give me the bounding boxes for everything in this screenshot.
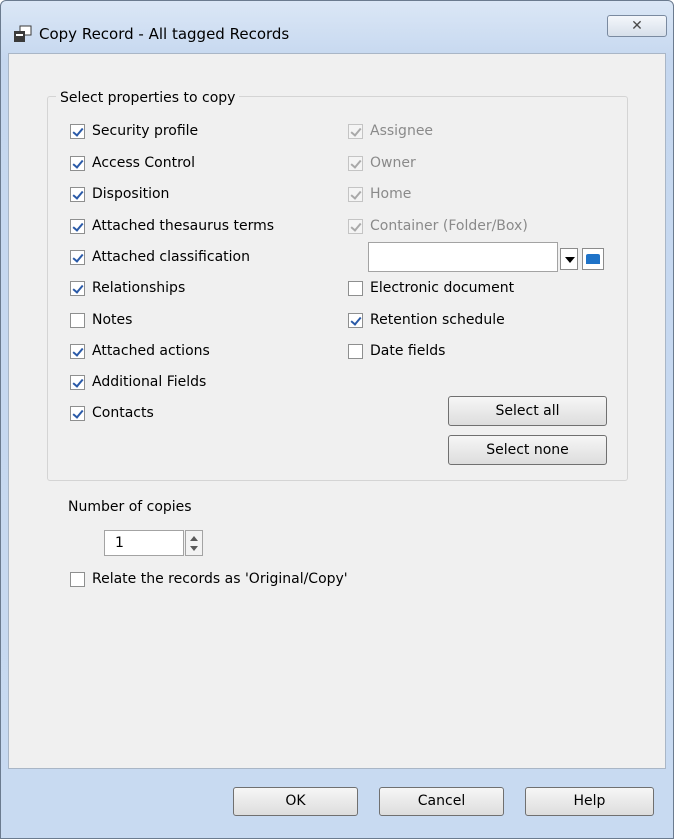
checkbox-electronic-document[interactable]: Electronic document — [348, 278, 514, 298]
checkbox-attached-actions[interactable]: Attached actions — [70, 341, 210, 361]
checkbox-box — [348, 186, 363, 202]
app-icon — [14, 25, 32, 42]
checkbox-box[interactable] — [70, 374, 85, 390]
checkbox-box[interactable] — [70, 123, 85, 139]
checkbox-relationships[interactable]: Relationships — [70, 278, 185, 298]
checkbox-owner: Owner — [348, 153, 416, 173]
chevron-down-icon[interactable] — [560, 248, 578, 270]
checkbox-box[interactable] — [70, 571, 85, 587]
checkbox-label: Disposition — [92, 186, 170, 202]
title-bar[interactable]: Copy Record - All tagged Records ✕ — [1, 1, 673, 43]
checkbox-box[interactable] — [348, 280, 363, 296]
checkbox-label: Attached thesaurus terms — [92, 218, 275, 234]
ok-button[interactable]: OK — [233, 787, 358, 816]
checkbox-box[interactable] — [70, 280, 85, 296]
checkbox-label: Notes — [92, 312, 133, 328]
checkbox-assignee: Assignee — [348, 121, 433, 141]
checkbox-box[interactable] — [70, 218, 85, 234]
select-none-button[interactable]: Select none — [448, 435, 607, 465]
checkbox-box[interactable] — [70, 343, 85, 359]
container-combo[interactable] — [368, 242, 558, 272]
checkbox-label: Contacts — [92, 405, 154, 421]
checkbox-box[interactable] — [70, 312, 85, 328]
checkbox-attached-classification[interactable]: Attached classification — [70, 247, 250, 267]
checkbox-box — [348, 123, 363, 139]
checkbox-box — [348, 155, 363, 171]
checkbox-additional-fields[interactable]: Additional Fields — [70, 372, 206, 392]
checkbox-label: Access Control — [92, 155, 195, 171]
select-all-button[interactable]: Select all — [448, 396, 607, 426]
folder-icon[interactable] — [582, 248, 604, 270]
checkbox-label: Assignee — [370, 123, 434, 139]
window-title: Copy Record - All tagged Records — [39, 25, 290, 43]
checkbox-label: Owner — [370, 155, 416, 171]
checkbox-attached-thesaurus-terms[interactable]: Attached thesaurus terms — [70, 216, 274, 236]
checkbox-date-fields[interactable]: Date fields — [348, 341, 445, 361]
checkbox-retention-schedule[interactable]: Retention schedule — [348, 310, 505, 330]
checkbox-box[interactable] — [70, 249, 85, 265]
checkbox-access-control[interactable]: Access Control — [70, 153, 195, 173]
checkbox-box[interactable] — [348, 343, 363, 359]
checkbox-home: Home — [348, 184, 411, 204]
properties-group-legend: Select properties to copy — [56, 90, 240, 106]
copies-stepper[interactable] — [185, 530, 203, 556]
spin-up-icon[interactable] — [190, 536, 198, 541]
checkbox-label: Home — [370, 186, 412, 202]
checkbox-label: Relationships — [92, 280, 186, 296]
copies-label: Number of copies — [68, 499, 192, 515]
close-icon: ✕ — [631, 18, 643, 34]
checkbox-contacts[interactable]: Contacts — [70, 403, 154, 423]
checkbox-box — [348, 218, 363, 234]
help-button[interactable]: Help — [525, 787, 654, 816]
checkbox-label: Attached actions — [92, 343, 210, 359]
close-button[interactable]: ✕ — [607, 15, 667, 37]
checkbox-label: Date fields — [370, 343, 446, 359]
spin-down-icon[interactable] — [190, 546, 198, 551]
copies-input[interactable]: 1 — [104, 530, 184, 556]
checkbox-box[interactable] — [70, 186, 85, 202]
checkbox-security-profile[interactable]: Security profile — [70, 121, 198, 141]
checkbox-box[interactable] — [70, 155, 85, 171]
checkbox-container: Container (Folder/Box) — [348, 216, 528, 236]
checkbox-label: Relate the records as 'Original/Copy' — [92, 571, 348, 587]
checkbox-disposition[interactable]: Disposition — [70, 184, 169, 204]
checkbox-label: Attached classification — [92, 249, 250, 265]
checkbox-box[interactable] — [348, 312, 363, 328]
checkbox-label: Additional Fields — [92, 374, 207, 390]
checkbox-notes[interactable]: Notes — [70, 310, 132, 330]
checkbox-label: Retention schedule — [370, 312, 505, 328]
cancel-button[interactable]: Cancel — [379, 787, 504, 816]
checkbox-label: Electronic document — [370, 280, 515, 296]
checkbox-label: Container (Folder/Box) — [370, 218, 528, 234]
checkbox-label: Security profile — [92, 123, 199, 139]
checkbox-relate-original-copy[interactable]: Relate the records as 'Original/Copy' — [70, 569, 348, 589]
checkbox-box[interactable] — [70, 405, 85, 421]
